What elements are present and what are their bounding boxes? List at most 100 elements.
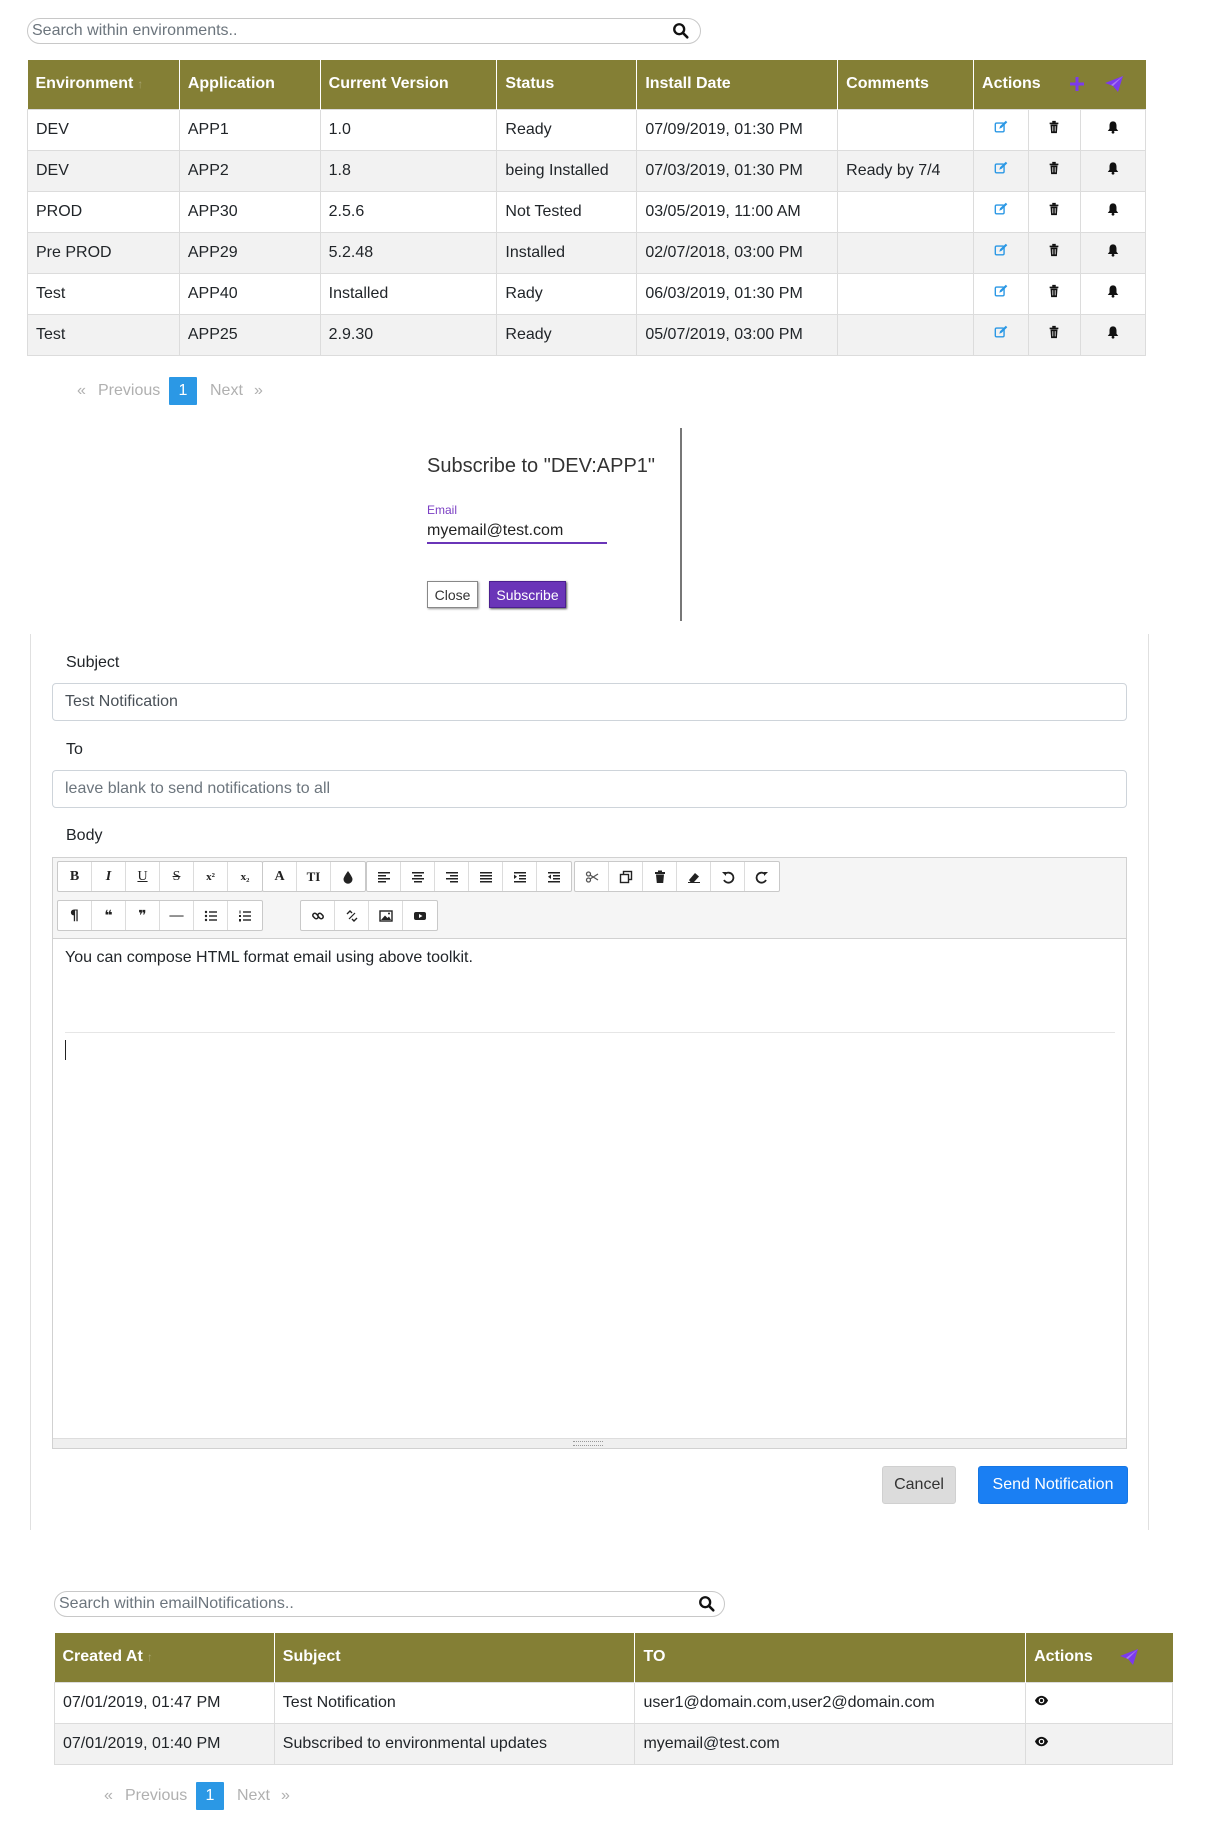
pager-next[interactable]: Next xyxy=(237,1787,270,1805)
edit-icon[interactable] xyxy=(994,243,1008,257)
send-notification-button[interactable]: Send Notification xyxy=(978,1466,1128,1504)
plus-icon[interactable] xyxy=(1069,76,1085,92)
to-input[interactable] xyxy=(52,770,1127,808)
col-application[interactable]: Application xyxy=(179,60,321,109)
view-button[interactable] xyxy=(1025,1681,1173,1724)
paragraph-button[interactable]: ¶ xyxy=(58,901,92,930)
align-right-button[interactable] xyxy=(435,862,469,891)
edit-button[interactable] xyxy=(973,149,1029,192)
eye-icon[interactable] xyxy=(1034,1693,1049,1708)
col-current-version[interactable]: Current Version xyxy=(320,60,498,109)
env-search-bar[interactable] xyxy=(27,18,701,44)
table-row[interactable]: Pre PROD APP29 5.2.48 Installed 02/07/2018, … xyxy=(27,231,1147,274)
delete-button[interactable] xyxy=(1028,190,1081,233)
env-search-input[interactable] xyxy=(32,21,604,41)
sort-arrow-icon[interactable]: ↑ xyxy=(137,77,143,91)
close-button[interactable]: Close xyxy=(427,581,478,608)
subscribe-button[interactable] xyxy=(1079,149,1147,192)
editor-body-text[interactable]: You can compose HTML format email using … xyxy=(65,949,473,967)
pager-previous[interactable]: Previous xyxy=(125,1787,187,1805)
bell-icon[interactable] xyxy=(1106,325,1120,339)
redo-button[interactable] xyxy=(745,862,779,891)
paper-plane-icon[interactable] xyxy=(1119,1648,1139,1666)
indent-button[interactable] xyxy=(503,862,537,891)
table-row[interactable]: Test APP25 2.9.30 Ready 05/07/2019, 03:00 PM xyxy=(27,313,1147,356)
superscript-button[interactable]: x² xyxy=(194,862,228,891)
italic-button[interactable]: I xyxy=(92,862,126,891)
cut-button[interactable] xyxy=(575,862,609,891)
font-name-button[interactable]: A xyxy=(263,862,297,891)
bell-icon[interactable] xyxy=(1106,284,1120,298)
subscribe-button[interactable] xyxy=(1079,190,1147,233)
trash-icon[interactable] xyxy=(1047,120,1061,134)
resize-grip-icon[interactable] xyxy=(573,1441,603,1446)
pager-first-arrow[interactable]: « xyxy=(104,1787,113,1805)
trash-icon[interactable] xyxy=(1047,202,1061,216)
delete-button[interactable] xyxy=(1028,149,1081,192)
edit-button[interactable] xyxy=(973,272,1029,315)
video-button[interactable] xyxy=(403,901,437,930)
trash-icon[interactable] xyxy=(1047,161,1061,175)
horizontal-rule-button[interactable]: — xyxy=(160,901,194,930)
col-environment[interactable]: Environment ↑ xyxy=(27,60,180,109)
table-row[interactable]: PROD APP30 2.5.6 Not Tested 03/05/2019, 11:0… xyxy=(27,190,1147,233)
edit-button[interactable] xyxy=(973,108,1029,151)
pager-next[interactable]: Next xyxy=(210,382,243,400)
col-created-at[interactable]: Created At ↑ xyxy=(54,1633,275,1682)
strikethrough-button[interactable]: S xyxy=(160,862,194,891)
pager-page-1[interactable]: 1 xyxy=(196,1782,224,1810)
link-button[interactable] xyxy=(301,901,335,930)
trash-icon[interactable] xyxy=(1047,284,1061,298)
notif-search-input[interactable] xyxy=(59,1594,628,1614)
delete-button[interactable] xyxy=(1028,313,1081,356)
table-row[interactable]: DEV APP2 1.8 being Installed 07/03/2019, 01:… xyxy=(27,149,1147,192)
col-to[interactable]: TO xyxy=(634,1633,1027,1682)
undo-button[interactable] xyxy=(711,862,745,891)
subscribe-button[interactable] xyxy=(1079,108,1147,151)
align-center-button[interactable] xyxy=(401,862,435,891)
cancel-button[interactable]: Cancel xyxy=(882,1466,956,1504)
subscribe-button[interactable] xyxy=(1079,313,1147,356)
align-justify-button[interactable] xyxy=(469,862,503,891)
subscribe-button[interactable]: Subscribe xyxy=(489,581,566,608)
bell-icon[interactable] xyxy=(1106,120,1120,134)
table-row[interactable]: DEV APP1 1.0 Ready 07/09/2019, 01:30 PM xyxy=(27,108,1147,151)
pager-previous[interactable]: Previous xyxy=(98,382,160,400)
outdent-button[interactable] xyxy=(537,862,571,891)
delete-button[interactable] xyxy=(1028,272,1081,315)
pager-last-arrow[interactable]: » xyxy=(281,1787,290,1805)
notif-search-bar[interactable] xyxy=(54,1591,725,1617)
image-button[interactable] xyxy=(369,901,403,930)
trash-icon[interactable] xyxy=(1047,243,1061,257)
unlink-button[interactable] xyxy=(335,901,369,930)
trash-icon[interactable] xyxy=(1047,325,1061,339)
col-subject[interactable]: Subject xyxy=(274,1633,636,1682)
delete-button[interactable] xyxy=(643,862,677,891)
eye-icon[interactable] xyxy=(1034,1734,1049,1749)
bell-icon[interactable] xyxy=(1106,161,1120,175)
pager-last-arrow[interactable]: » xyxy=(254,382,263,400)
delete-button[interactable] xyxy=(1028,108,1081,151)
text-color-button[interactable] xyxy=(331,862,365,891)
view-button[interactable] xyxy=(1025,1722,1173,1765)
table-row[interactable]: 07/01/2019, 01:40 PM Subscribed to enviro… xyxy=(54,1722,1173,1765)
numbered-list-button[interactable] xyxy=(228,901,262,930)
editor-resize-bar[interactable] xyxy=(53,1438,1126,1448)
table-row[interactable]: 07/01/2019, 01:47 PM Test Notification use… xyxy=(54,1681,1173,1724)
subscribe-button[interactable] xyxy=(1079,231,1147,274)
edit-button[interactable] xyxy=(973,231,1029,274)
sort-arrow-icon[interactable]: ↑ xyxy=(147,1650,153,1664)
subject-input[interactable] xyxy=(52,683,1127,721)
search-icon[interactable] xyxy=(672,22,690,40)
subscript-button[interactable]: x₂ xyxy=(228,862,262,891)
edit-button[interactable] xyxy=(973,190,1029,233)
delete-button[interactable] xyxy=(1028,231,1081,274)
edit-button[interactable] xyxy=(973,313,1029,356)
edit-icon[interactable] xyxy=(994,284,1008,298)
edit-icon[interactable] xyxy=(994,161,1008,175)
bullet-list-button[interactable] xyxy=(194,901,228,930)
edit-icon[interactable] xyxy=(994,325,1008,339)
font-size-button[interactable]: TI xyxy=(297,862,331,891)
clear-format-button[interactable] xyxy=(677,862,711,891)
search-icon[interactable] xyxy=(698,1595,716,1613)
